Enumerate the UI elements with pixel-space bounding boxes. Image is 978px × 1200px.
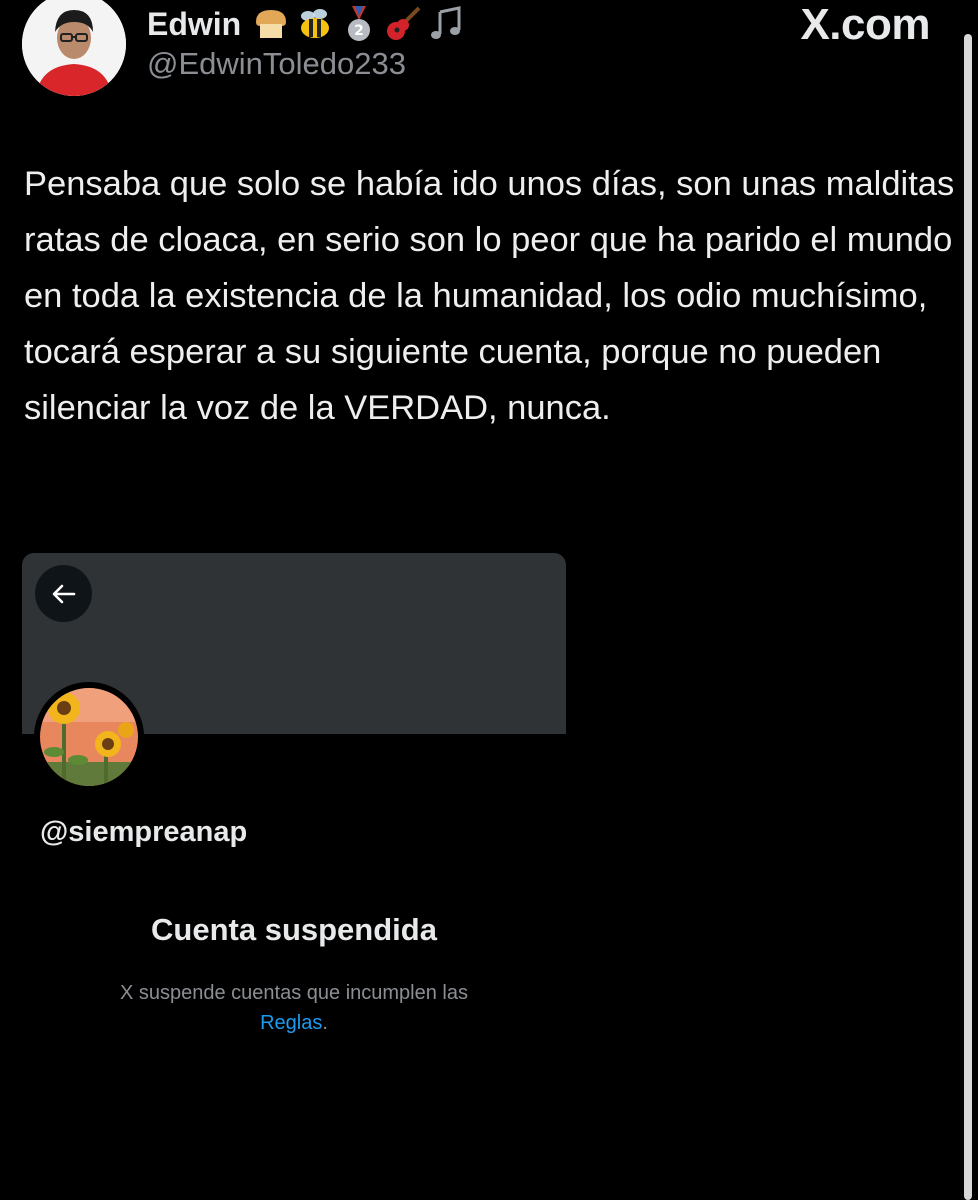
tweet-text: Pensaba que solo se había ido unos días,… [24, 165, 955, 427]
suspended-description: X suspende cuentas que incumplen las Reg… [22, 978, 566, 1038]
bread-icon [256, 10, 287, 38]
bee-icon [301, 9, 330, 38]
arrow-left-icon [52, 584, 75, 603]
svg-text:2: 2 [354, 23, 364, 39]
author-handle[interactable]: @EdwinToledo233 [147, 46, 406, 82]
x-brand-logo: X.com [800, 0, 930, 49]
author-name-row: Edwin 2 [147, 4, 467, 44]
scrollbar[interactable] [964, 34, 972, 1200]
name-emoji-list: 2 [251, 4, 467, 44]
desc-period: . [322, 1012, 328, 1034]
medal-2-icon: 2 [348, 6, 371, 41]
author-display-name[interactable]: Edwin [147, 6, 241, 43]
rules-link[interactable]: Reglas [260, 1012, 322, 1034]
suspended-title: Cuenta suspendida [151, 912, 437, 947]
back-button[interactable] [35, 565, 92, 622]
suspended-desc-text: X suspende cuentas que incumplen las [119, 982, 468, 1004]
suspended-profile-avatar[interactable] [34, 682, 144, 792]
suspended-profile-handle: @siempreanap [40, 816, 248, 848]
music-notes-icon [431, 6, 461, 39]
author-avatar[interactable] [22, 0, 126, 96]
guitar-icon [387, 6, 421, 40]
